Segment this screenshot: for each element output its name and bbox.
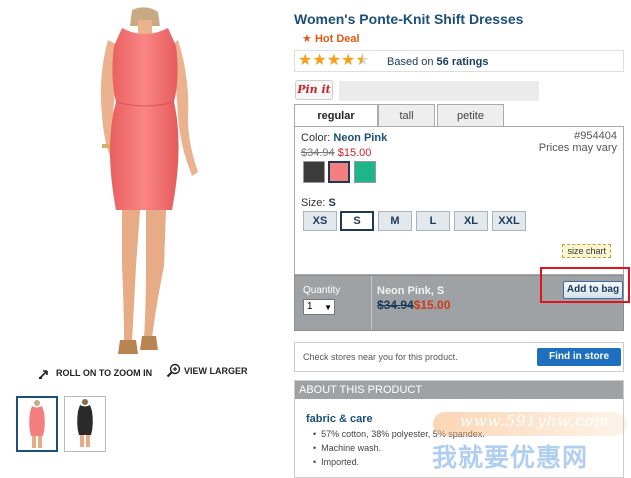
add-to-bag-button[interactable]: Add to bag (563, 281, 623, 299)
swatch-green[interactable] (354, 161, 376, 183)
watermark-text: 我就要优惠网 (432, 444, 589, 472)
size-label: Size: (301, 197, 326, 209)
color-value: Neon Pink (333, 132, 388, 144)
summary-original-price: $34.94 (377, 298, 414, 312)
price-note: Prices may vary (538, 142, 617, 154)
size-s-button[interactable]: S (340, 211, 374, 231)
selection-summary: Neon Pink, S (377, 285, 445, 297)
fabric-care-title: fabric & care (306, 413, 373, 425)
add-to-bag-panel: Quantity 1 ▼ Neon Pink, S $34.94$15.00 A… (294, 267, 630, 331)
sale-price: $15.00 (337, 147, 372, 159)
rating-count: 56 ratings (436, 56, 489, 68)
star-icon: ★ (326, 52, 342, 69)
find-in-store-button[interactable]: Find in store (537, 348, 621, 366)
hot-deal-badge: ★ Hot Deal (302, 32, 360, 45)
tab-petite[interactable]: petite (437, 104, 504, 127)
rating-summary[interactable]: Based on 56 ratings (387, 56, 489, 68)
product-photo[interactable] (60, 6, 230, 358)
size-xxl-button[interactable]: XXL (492, 211, 526, 231)
store-finder-text: Check stores near you for this product. (303, 352, 458, 362)
hot-deal-star-icon: ★ (302, 33, 312, 45)
star-icon: ★ (298, 52, 313, 69)
size-xs-button[interactable]: XS (303, 211, 337, 231)
quantity-label: Quantity (303, 285, 341, 296)
view-larger-link[interactable]: VIEW LARGER (166, 363, 248, 378)
product-title: Women's Ponte-Knit Shift Dresses (294, 11, 524, 27)
star-icon: ★ (312, 52, 327, 69)
pink-dress-thumbnail-image (29, 400, 45, 448)
rating-prefix: Based on (387, 56, 434, 68)
watermark-url: www.591yhw.com (460, 412, 610, 430)
variant-selector: Color: Neon Pink #954404 Prices may vary… (294, 126, 624, 275)
zoom-link[interactable]: ROLL ON TO ZOOM IN (38, 365, 152, 380)
size-l-button[interactable]: L (416, 211, 450, 231)
share-placeholder (339, 81, 539, 101)
store-finder: Check stores near you for this product. … (294, 342, 624, 372)
size-m-button[interactable]: M (378, 211, 412, 231)
half-star-icon: ★ (355, 52, 370, 69)
tab-tall[interactable]: tall (378, 104, 435, 127)
summary-sale-price: $15.00 (413, 298, 451, 312)
original-price: $34.94 (301, 147, 335, 159)
size-xl-button[interactable]: XL (454, 211, 488, 231)
size-chart-link[interactable]: size chart (562, 244, 611, 258)
black-dress-thumbnail-image (77, 399, 93, 447)
size-selection: Size: S (301, 197, 336, 209)
chevron-down-icon: ▼ (324, 303, 332, 312)
view-larger-label: VIEW LARGER (184, 365, 248, 376)
hot-deal-label: Hot Deal (314, 33, 360, 45)
ratings-bar[interactable]: ★ ★ ★ ★ ★ Based on 56 ratings (294, 50, 624, 72)
size-value: S (328, 197, 336, 209)
color-selection: Color: Neon Pink (301, 132, 387, 144)
thumbnail-black-dress[interactable] (64, 396, 106, 452)
about-header: ABOUT THIS PRODUCT (295, 381, 623, 399)
thumbnail-pink-dress[interactable] (16, 396, 58, 452)
summary-price: $34.94$15.00 (377, 298, 450, 312)
rating-stars: ★ ★ ★ ★ ★ (298, 52, 370, 70)
pinterest-pin-button[interactable]: Pin it (295, 80, 333, 100)
sku-info: #954404 Prices may vary (539, 130, 617, 154)
color-label: Color: (301, 132, 331, 144)
zoom-link-label: ROLL ON TO ZOOM IN (56, 367, 153, 378)
sku-number: #954404 (574, 130, 617, 142)
quantity-select[interactable]: 1 ▼ (303, 299, 335, 315)
zoom-cursor-icon (39, 370, 48, 379)
swatch-black[interactable] (303, 161, 325, 183)
price: $34.94 $15.00 (301, 147, 371, 159)
star-icon: ★ (341, 52, 356, 69)
quantity-value: 1 (307, 301, 313, 312)
divider (371, 276, 372, 330)
tab-regular[interactable]: regular (294, 104, 378, 128)
magnify-plus-icon (166, 363, 181, 378)
swatch-neon-pink[interactable] (328, 161, 350, 183)
